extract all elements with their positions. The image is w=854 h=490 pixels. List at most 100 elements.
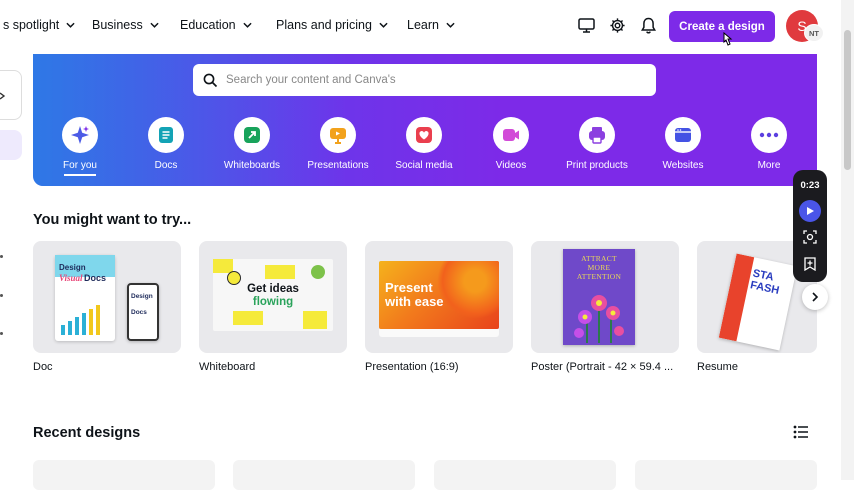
thumb-text: Get ideas [247, 283, 299, 295]
bell-icon[interactable] [638, 15, 658, 35]
category-presentations[interactable]: Presentations [293, 117, 383, 171]
category-for-you[interactable]: For you [35, 117, 125, 176]
nav-item-education[interactable]: Education [180, 18, 252, 32]
category-print-products[interactable]: Print products [552, 117, 642, 171]
tile-label: Presentation (16:9) [365, 361, 459, 373]
thumb-text: Present [385, 280, 433, 295]
printer-icon [579, 117, 615, 153]
nav-item-spotlight[interactable]: s spotlight [3, 18, 75, 32]
screen-recorder-widget: 0:23 [793, 170, 827, 282]
template-tile-whiteboard[interactable]: Get ideas flowing [199, 241, 347, 353]
heart-icon [406, 117, 442, 153]
bookmark-add-icon[interactable] [802, 256, 818, 272]
thumb-text: ATTRACT [581, 254, 617, 263]
sticky-note [303, 311, 327, 329]
sidebar-dot [0, 294, 3, 297]
thumb-text: Visual [59, 273, 83, 283]
nav-item-business[interactable]: Business [92, 18, 159, 32]
recent-design-card[interactable] [434, 460, 616, 490]
chevron-icon [0, 92, 6, 100]
website-icon [665, 117, 701, 153]
gear-icon[interactable] [607, 15, 627, 35]
recent-design-card[interactable] [635, 460, 817, 490]
scroll-right-button[interactable] [802, 284, 828, 310]
thumb-text: ATTENTION [576, 272, 622, 281]
category-label: Videos [495, 160, 527, 171]
sidebar-active-item[interactable] [0, 130, 22, 160]
category-docs[interactable]: Docs [121, 117, 211, 171]
sticky-note [233, 311, 263, 325]
screenshot-icon[interactable] [802, 229, 818, 245]
chevron-down-icon [243, 22, 252, 28]
nav-item-plans[interactable]: Plans and pricing [276, 18, 388, 32]
chevron-down-icon [379, 22, 388, 28]
whiteboard-icon [234, 117, 270, 153]
active-underline [64, 174, 96, 176]
thumb-text: MORE [587, 263, 611, 272]
category-websites[interactable]: Websites [638, 117, 728, 171]
tile-label: Resume [697, 361, 738, 373]
search-input[interactable]: Search your content and Canva's [193, 64, 656, 96]
thumb-text: Docs [84, 273, 107, 283]
recent-design-card[interactable] [33, 460, 215, 490]
category-label: More [757, 160, 781, 171]
tile-label: Poster (Portrait - 42 × 59.4 ... [531, 361, 674, 373]
sidebar-collapsed[interactable] [0, 70, 22, 120]
nav-item-learn[interactable]: Learn [407, 18, 455, 32]
thumb-heading: STA FASH [749, 267, 783, 297]
suggestions-title: You might want to try... [33, 212, 192, 228]
presentation-thumb: Present with ease [379, 261, 499, 329]
thumb-text: Design [59, 263, 86, 272]
category-label: Docs [154, 160, 178, 171]
desktop-icon[interactable] [576, 15, 596, 35]
nav-item-label: Learn [407, 18, 439, 32]
category-label: For you [63, 160, 97, 171]
category-videos[interactable]: Videos [466, 117, 556, 171]
play-button[interactable] [799, 200, 821, 222]
resume-thumb: STA FASH [718, 253, 798, 351]
category-social-media[interactable]: Social media [379, 117, 469, 171]
laptop-base [379, 329, 499, 337]
whiteboard-thumb: Get ideas flowing [213, 259, 333, 331]
top-navigation: s spotlight Business Education Plans and… [0, 0, 840, 52]
thumb-heading: Get ideas flowing [241, 283, 305, 309]
chevron-down-icon [66, 22, 75, 28]
category-label: Print products [566, 160, 628, 171]
category-label: Websites [662, 160, 704, 171]
recent-designs-title: Recent designs [33, 425, 141, 441]
star-sticker [311, 265, 325, 279]
recording-time: 0:23 [800, 180, 820, 191]
template-tile-presentation[interactable]: Present with ease [365, 241, 513, 353]
search-placeholder: Search your content and Canva's [226, 74, 396, 86]
more-icon [751, 117, 787, 153]
list-view-icon[interactable] [793, 425, 809, 441]
sidebar-dot [0, 332, 3, 335]
nav-item-label: Education [180, 18, 236, 32]
category-label: Whiteboards [223, 160, 281, 171]
scrollbar-thumb[interactable] [844, 30, 851, 170]
category-more[interactable]: More [724, 117, 814, 171]
tile-label: Whiteboard [199, 361, 256, 373]
chevron-down-icon [150, 22, 159, 28]
template-tile-doc[interactable]: Design Visual Docs Design Docs [33, 241, 181, 353]
thumb-text: Design [131, 293, 153, 300]
category-label: Presentations [307, 160, 369, 171]
chevron-down-icon [446, 22, 455, 28]
template-tile-poster[interactable]: ATTRACT MORE ATTENTION [531, 241, 679, 353]
resume-sidebar [718, 253, 755, 342]
bar-graphic [61, 305, 100, 335]
category-whiteboards[interactable]: Whiteboards [207, 117, 297, 171]
sparkle-icon [62, 117, 98, 153]
nav-item-label: Plans and pricing [276, 18, 372, 32]
poster-thumb: ATTRACT MORE ATTENTION [563, 249, 635, 345]
phone-thumb: Design Docs [127, 283, 159, 341]
nav-item-label: s spotlight [3, 18, 60, 32]
doc-page-thumb: Design Visual Docs [55, 255, 115, 341]
thumb-heading: Present with ease [385, 281, 444, 309]
search-icon [203, 73, 218, 87]
sticky-note [265, 265, 295, 279]
recent-design-card[interactable] [233, 460, 415, 490]
category-label: Social media [395, 160, 453, 171]
sunburst-graphic [437, 261, 499, 319]
smiley-sticker [227, 271, 241, 285]
